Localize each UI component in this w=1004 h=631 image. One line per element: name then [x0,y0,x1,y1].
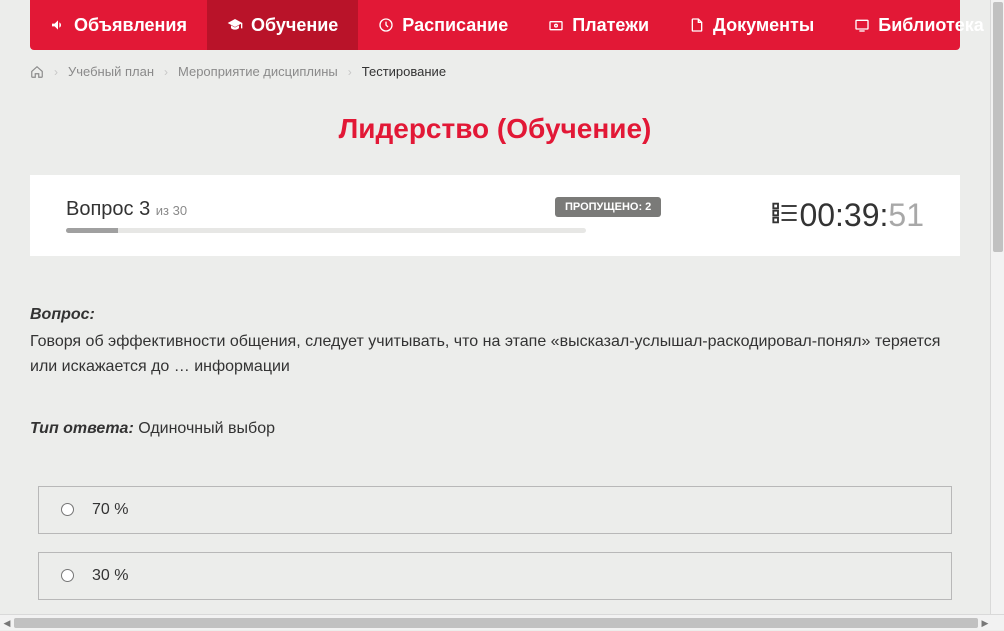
main-nav: Объявления Обучение Расписание Платежи Д… [30,0,960,50]
nav-label: Объявления [74,15,187,36]
breadcrumb-separator: › [348,65,352,79]
home-icon[interactable] [30,65,44,79]
nav-tab-library[interactable]: Библиотека [834,0,990,50]
file-icon [689,17,705,33]
breadcrumb-current: Тестирование [362,64,446,79]
question-text: Говоря об эффективности общения, следует… [30,330,960,380]
timer-main: 00:39: [799,197,888,233]
breadcrumb: › Учебный план › Мероприятие дисциплины … [30,50,960,93]
answer-type-label: Тип ответа: [30,420,138,437]
answer-type-value: Одиночный выбор [138,420,275,437]
nav-tab-payments[interactable]: Платежи [528,0,669,50]
page-title: Лидерство (Обучение) [30,93,960,175]
answer-type-row: Тип ответа: Одиночный выбор [30,420,960,438]
tv-icon [854,17,870,33]
scrollbar-thumb[interactable] [14,618,978,628]
nav-label: Документы [713,15,814,36]
timer-seconds: 51 [888,197,924,233]
progress-bar [66,228,586,233]
question-total: из 30 [156,203,187,218]
nav-label: Расписание [402,15,508,36]
nav-label: Платежи [572,15,649,36]
question-number: Вопрос 3 [66,198,150,220]
nav-tab-announcements[interactable]: Объявления [30,0,207,50]
vertical-scrollbar[interactable] [990,0,1004,614]
answer-option[interactable]: 30 % [38,552,952,600]
skipped-badge: ПРОПУЩЕНО: 2 [555,197,661,217]
horizontal-scrollbar[interactable]: ◀ ▶ [0,614,1004,630]
breadcrumb-separator: › [164,65,168,79]
answer-text: 30 % [92,567,128,585]
nav-label: Библиотека [878,15,984,36]
scroll-left-arrow[interactable]: ◀ [0,615,14,631]
breadcrumb-link-plan[interactable]: Учебный план [68,64,154,79]
quiz-status-card: Вопрос 3 из 30 ПРОПУЩЕНО: 2 00:39:51 [30,175,960,256]
nav-tab-schedule[interactable]: Расписание [358,0,528,50]
megaphone-icon [50,17,66,33]
question-label: Вопрос: [30,306,960,324]
graduation-cap-icon [227,17,243,33]
breadcrumb-link-event[interactable]: Мероприятие дисциплины [178,64,338,79]
breadcrumb-separator: › [54,65,58,79]
timer: 00:39:51 [799,197,924,234]
scroll-right-arrow[interactable]: ▶ [978,615,992,631]
answer-radio[interactable] [61,503,74,516]
progress-fill [66,228,118,233]
answer-text: 70 % [92,501,128,519]
scrollbar-thumb[interactable] [993,2,1003,252]
clock-icon [378,17,394,33]
answer-radio[interactable] [61,569,74,582]
answers-list: 70 % 30 % [30,486,960,614]
nav-label: Обучение [251,15,338,36]
currency-icon [548,17,564,33]
nav-tab-education[interactable]: Обучение [207,0,358,50]
question-area: Вопрос: Говоря об эффективности общения,… [30,256,960,614]
question-list-button[interactable] [771,199,799,232]
nav-tab-documents[interactable]: Документы [669,0,834,50]
answer-option[interactable]: 70 % [38,486,952,534]
